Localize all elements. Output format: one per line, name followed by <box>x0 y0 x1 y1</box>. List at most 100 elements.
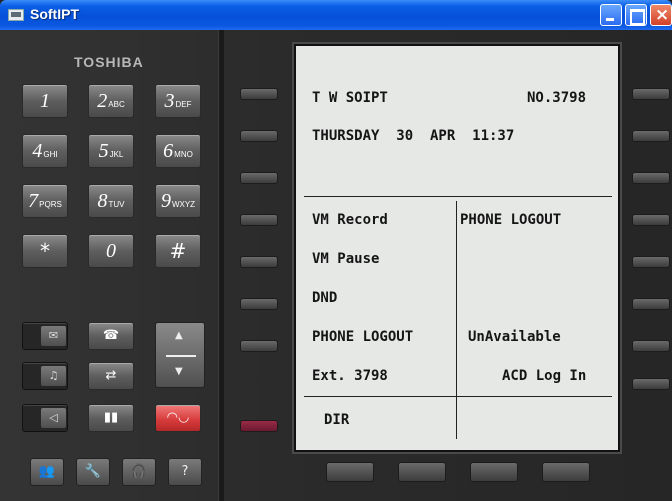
close-icon: × <box>655 5 670 25</box>
softlabel-vm-record: VM Record <box>312 212 388 228</box>
softlabel-acd-login: ACD Log In <box>502 368 587 384</box>
hold-key[interactable]: ▮▮ <box>88 404 134 432</box>
right-feature-key-5[interactable] <box>632 256 670 268</box>
key-letters: WXYZ <box>171 200 196 209</box>
transfer-key[interactable]: ⇄ <box>88 362 134 390</box>
softkey-1[interactable] <box>326 462 374 482</box>
wrench-icon: 🔧 <box>84 464 102 479</box>
keypad-key-1[interactable]: 1 <box>22 84 68 118</box>
maximize-button[interactable] <box>625 4 647 26</box>
right-feature-key-7[interactable] <box>632 340 670 352</box>
softlabel-phone-logout: PHONE LOGOUT <box>312 329 414 345</box>
keypad-key-9[interactable]: 9WXYZ <box>155 184 201 218</box>
mic-icon: ♫ <box>41 366 66 386</box>
key-digit: 3 <box>164 90 175 112</box>
volume-down-icon[interactable]: ▼ <box>175 366 183 377</box>
keypad-key-hash[interactable]: # <box>155 234 201 268</box>
display-date-time: THURSDAY 30 APR 11:37 <box>312 128 515 144</box>
conference-icon: ☎ <box>102 328 120 343</box>
panel-divider <box>218 30 224 501</box>
key-letters: JKL <box>109 150 124 159</box>
right-feature-key-2[interactable] <box>632 130 670 142</box>
directory-key[interactable]: 👥 <box>30 458 64 486</box>
message-key[interactable]: ✉ <box>22 322 68 350</box>
hold-icon: ▮▮ <box>103 410 119 425</box>
key-digit: 7 <box>28 190 39 212</box>
key-letters: ABC <box>108 100 125 109</box>
mic-key[interactable]: ♫ <box>22 362 68 390</box>
keypad-key-5[interactable]: 5JKL <box>88 134 134 168</box>
help-key[interactable]: ? <box>168 458 202 486</box>
right-feature-key-4[interactable] <box>632 214 670 226</box>
key-digit: 6 <box>163 140 174 162</box>
headset-icon: 🎧 <box>130 464 148 479</box>
transfer-icon: ⇄ <box>105 368 117 383</box>
softkey-3[interactable] <box>470 462 518 482</box>
speaker-icon: ◁ <box>41 408 66 428</box>
left-feature-key-3[interactable] <box>240 172 278 184</box>
display-column-divider <box>456 201 457 439</box>
speaker-key[interactable]: ◁ <box>22 404 68 432</box>
key-digit: 2 <box>97 90 108 112</box>
keypad-key-0[interactable]: 0 <box>88 234 134 268</box>
display-bottom-separator <box>304 396 612 397</box>
headset-key[interactable]: 🎧 <box>122 458 156 486</box>
key-digit: # <box>169 239 187 263</box>
softlabel-unavailable: UnAvailable <box>468 329 561 345</box>
softlabel-vm-pause: VM Pause <box>312 251 380 267</box>
app-icon <box>8 9 24 21</box>
left-feature-key-6[interactable] <box>240 298 278 310</box>
minimize-button[interactable] <box>600 4 622 26</box>
key-letters: MNO <box>174 150 193 159</box>
dir-feature-key[interactable] <box>240 420 278 432</box>
users-icon: 👥 <box>38 464 56 479</box>
key-letters: GHI <box>43 150 58 159</box>
left-feature-key-4[interactable] <box>240 214 278 226</box>
voicemail-key[interactable]: ◠◡ <box>155 404 201 432</box>
right-feature-key-3[interactable] <box>632 172 670 184</box>
key-letters: DEF <box>175 100 192 109</box>
keypad-key-4[interactable]: 4GHI <box>22 134 68 168</box>
softkey-2[interactable] <box>398 462 446 482</box>
softlabel-phone-logout-right: PHONE LOGOUT <box>460 212 562 228</box>
voicemail-icon: ◠◡ <box>166 410 190 425</box>
key-digit: 1 <box>40 90 50 112</box>
keypad-key-2[interactable]: 2ABC <box>88 84 134 118</box>
key-digit: * <box>40 239 50 263</box>
keypad-key-3[interactable]: 3DEF <box>155 84 201 118</box>
title-bar[interactable]: SoftIPT × <box>0 0 672 30</box>
left-feature-key-5[interactable] <box>240 256 278 268</box>
brand-logo: TOSHIBA <box>74 54 144 70</box>
left-feature-key-7[interactable] <box>240 340 278 352</box>
keypad-key-star[interactable]: * <box>22 234 68 268</box>
keypad-key-8[interactable]: 8TUV <box>88 184 134 218</box>
left-feature-key-2[interactable] <box>240 130 278 142</box>
volume-rocker[interactable]: ▲ ▼ <box>155 322 205 388</box>
message-icon: ✉ <box>41 326 66 346</box>
key-digit: 8 <box>97 190 108 212</box>
right-feature-key-6[interactable] <box>632 298 670 310</box>
volume-up-icon[interactable]: ▲ <box>175 330 183 341</box>
display-name: T W SOIPT <box>312 90 388 106</box>
display-extension: NO.3798 <box>527 90 587 106</box>
key-letters: TUV <box>108 200 125 209</box>
key-letters: PQRS <box>39 200 62 209</box>
volume-divider <box>166 355 196 357</box>
right-feature-key-8[interactable] <box>632 378 670 390</box>
keypad-key-7[interactable]: 7PQRS <box>22 184 68 218</box>
left-feature-key-1[interactable] <box>240 88 278 100</box>
help-icon: ? <box>181 464 189 479</box>
right-feature-key-1[interactable] <box>632 88 670 100</box>
key-digit: 5 <box>98 140 109 162</box>
window-title: SoftIPT <box>30 6 79 22</box>
lcd-display: T W SOIPT NO.3798 THURSDAY 30 APR 11:37 … <box>294 44 620 452</box>
key-digit: 4 <box>32 140 43 162</box>
settings-key[interactable]: 🔧 <box>76 458 110 486</box>
softlabel-dnd: DND <box>312 290 338 306</box>
keypad-key-6[interactable]: 6MNO <box>155 134 201 168</box>
display-separator <box>304 196 612 197</box>
softkey-4[interactable] <box>542 462 590 482</box>
conference-key[interactable]: ☎ <box>88 322 134 350</box>
softkey-label-dir: DIR <box>324 412 350 428</box>
close-button[interactable]: × <box>650 4 672 26</box>
